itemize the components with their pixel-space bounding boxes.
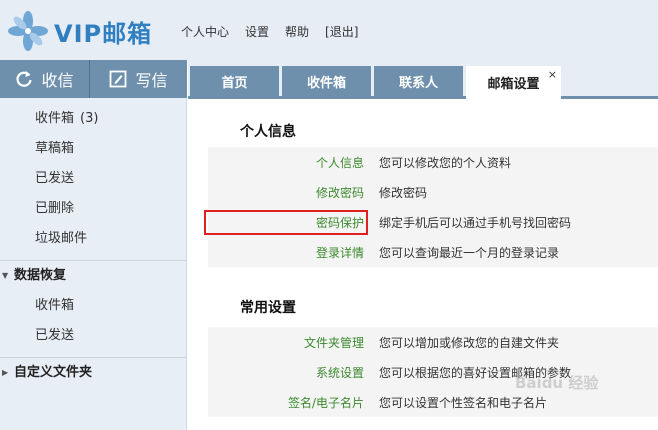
triangle-down-icon: ▼ bbox=[2, 271, 9, 280]
folder-label: 已发送 bbox=[35, 171, 75, 186]
group-label: 自定义文件夹 bbox=[14, 365, 93, 380]
link-login-details[interactable]: 登录详情 bbox=[208, 244, 364, 261]
folder-deleted[interactable]: 已删除 bbox=[0, 194, 187, 224]
top-nav: 个人中心 设置 帮助 [退出] bbox=[181, 23, 374, 40]
settings-row: 密码保护 绑定手机后可以通过手机号找回密码 bbox=[204, 207, 658, 237]
section-title-common: 常用设置 bbox=[240, 300, 296, 316]
baidu-watermark: Baidu 经验 bbox=[515, 372, 598, 393]
row-description: 修改密码 bbox=[379, 185, 428, 200]
row-description: 您可以修改您的个人资料 bbox=[379, 155, 512, 170]
folder-label: 草稿箱 bbox=[35, 141, 75, 156]
logo[interactable]: VIP邮箱 bbox=[8, 9, 152, 53]
pinwheel-logo-icon bbox=[8, 11, 48, 51]
nav-personal-center[interactable]: 个人中心 bbox=[181, 23, 229, 40]
settings-row: 登录详情 您可以查询最近一个月的登录记录 bbox=[208, 237, 658, 267]
close-icon[interactable]: × bbox=[548, 68, 557, 81]
nav-help[interactable]: 帮助 bbox=[285, 23, 309, 40]
folder-sent[interactable]: 已发送 bbox=[0, 164, 187, 194]
compose-label: 写信 bbox=[135, 71, 168, 90]
tab-label: 收件箱 bbox=[306, 75, 346, 91]
group-label: 数据恢复 bbox=[14, 268, 67, 283]
tab-mail-settings[interactable]: 邮箱设置 × bbox=[466, 66, 561, 99]
tab-bar: 首页 收件箱 联系人 邮箱设置 × bbox=[188, 60, 658, 99]
folder-inbox[interactable]: 收件箱 (3) bbox=[0, 104, 187, 134]
refresh-icon bbox=[15, 70, 33, 88]
recovery-sent[interactable]: 已发送 bbox=[0, 321, 187, 351]
settings-row: 修改密码 修改密码 bbox=[208, 177, 658, 207]
folder-label: 已删除 bbox=[35, 201, 75, 216]
row-description: 您可以查询最近一个月的登录记录 bbox=[379, 245, 560, 260]
link-change-password[interactable]: 修改密码 bbox=[208, 184, 364, 201]
unread-count: (3) bbox=[80, 111, 99, 126]
tab-label: 联系人 bbox=[398, 75, 438, 91]
folder-spam[interactable]: 垃圾邮件 bbox=[0, 224, 187, 254]
compose-button[interactable]: 写信 bbox=[90, 60, 187, 98]
group-data-recovery[interactable]: ▼ 数据恢复 bbox=[0, 261, 187, 291]
folder-drafts[interactable]: 草稿箱 bbox=[0, 134, 187, 164]
nav-logout[interactable]: [退出] bbox=[325, 23, 358, 40]
folder-label: 收件箱 bbox=[35, 111, 75, 126]
settings-row: 文件夹管理 您可以增加或修改您的自建文件夹 bbox=[208, 327, 658, 357]
folder-label: 已发送 bbox=[35, 328, 75, 343]
link-system-settings[interactable]: 系统设置 bbox=[208, 364, 364, 381]
sidebar: 收信 写信 收件箱 (3) 草稿箱 已发送 已删除 垃圾邮件 ▼ 数据恢复 收件箱… bbox=[0, 60, 187, 430]
nav-settings[interactable]: 设置 bbox=[245, 23, 269, 40]
row-description: 您可以增加或修改您的自建文件夹 bbox=[379, 335, 560, 350]
top-header: VIP邮箱 个人中心 设置 帮助 [退出] bbox=[0, 0, 658, 60]
group-custom-folders[interactable]: ▶ 自定义文件夹 bbox=[0, 358, 187, 388]
tab-contacts[interactable]: 联系人 bbox=[374, 66, 463, 96]
logo-text: VIP邮箱 bbox=[54, 19, 153, 48]
folder-label: 收件箱 bbox=[35, 298, 75, 313]
personal-settings-list: 个人信息 您可以修改您的个人资料 修改密码 修改密码 密码保护 绑定手机后可以通… bbox=[204, 147, 658, 267]
triangle-right-icon: ▶ bbox=[2, 368, 9, 377]
settings-row: 个人信息 您可以修改您的个人资料 bbox=[208, 147, 658, 177]
link-password-protection[interactable]: 密码保护 bbox=[204, 209, 368, 235]
link-signature-card[interactable]: 签名/电子名片 bbox=[208, 394, 364, 411]
folder-list: 收件箱 (3) 草稿箱 已发送 已删除 垃圾邮件 ▼ 数据恢复 收件箱 已发送 ▶… bbox=[0, 104, 187, 388]
row-description: 绑定手机后可以通过手机号找回密码 bbox=[379, 215, 572, 230]
tab-home[interactable]: 首页 bbox=[190, 66, 279, 96]
receive-label: 收信 bbox=[41, 71, 74, 90]
pencil-icon bbox=[109, 70, 127, 88]
link-personal-info[interactable]: 个人信息 bbox=[208, 154, 364, 171]
recovery-inbox[interactable]: 收件箱 bbox=[0, 291, 187, 321]
receive-button[interactable]: 收信 bbox=[0, 60, 90, 98]
section-title-personal: 个人信息 bbox=[240, 124, 296, 140]
link-folder-management[interactable]: 文件夹管理 bbox=[208, 334, 364, 351]
compose-row: 收信 写信 bbox=[0, 60, 187, 98]
tab-label: 邮箱设置 bbox=[487, 77, 540, 92]
folder-label: 垃圾邮件 bbox=[35, 231, 88, 246]
watermark-text: Baidu 经验 bbox=[515, 374, 599, 392]
row-description: 您可以设置个性签名和电子名片 bbox=[379, 395, 548, 410]
tab-inbox[interactable]: 收件箱 bbox=[282, 66, 371, 96]
tab-label: 首页 bbox=[221, 75, 248, 91]
